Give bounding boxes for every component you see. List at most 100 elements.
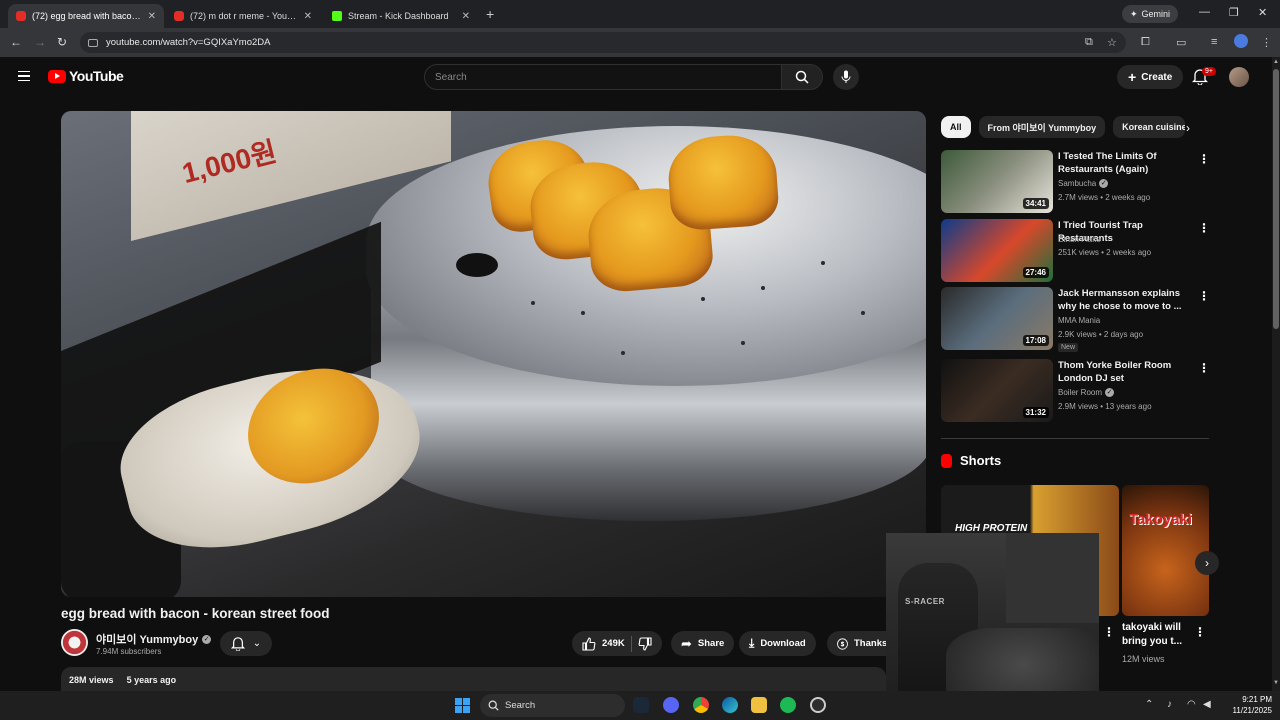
- thanks-button[interactable]: ⓢ Thanks: [827, 631, 886, 656]
- scrollbar-thumb[interactable]: [1273, 69, 1279, 329]
- shorts-next-button[interactable]: ›: [1195, 551, 1219, 575]
- cast-icon[interactable]: ▭: [1176, 36, 1186, 49]
- recommendation-item[interactable]: 34:41 I Tested The Limits Of Restaurants…: [941, 150, 1211, 214]
- more-actions-icon[interactable]: ⋮: [1103, 625, 1115, 639]
- discord-icon[interactable]: [663, 697, 679, 713]
- video-thumbnail[interactable]: 27:46: [941, 219, 1053, 282]
- wifi-icon[interactable]: ◠: [1187, 699, 1196, 710]
- recommendation-item[interactable]: 31:32 Thom Yorke Boiler Room London DJ s…: [941, 359, 1211, 423]
- more-actions-icon[interactable]: ⋮: [1198, 152, 1210, 166]
- channel-name-row[interactable]: 야미보이 Yummyboy ✓: [96, 631, 212, 647]
- search-input[interactable]: Search: [424, 64, 782, 90]
- file-explorer-icon[interactable]: [751, 697, 767, 713]
- youtube-favicon-icon: [174, 11, 184, 21]
- video-thumbnail[interactable]: 34:41: [941, 150, 1053, 213]
- chip-all[interactable]: All: [941, 116, 971, 138]
- tab-m-dot-r-meme[interactable]: (72) m dot r meme - YouTube ✕: [166, 4, 320, 28]
- short-title[interactable]: takoyaki will bring you t...: [1122, 621, 1192, 649]
- reload-icon[interactable]: ↻: [57, 35, 67, 49]
- steam-icon[interactable]: [633, 697, 649, 713]
- recommendation-channel[interactable]: MMA Mania: [1058, 316, 1100, 325]
- like-count[interactable]: 249K: [602, 638, 625, 649]
- youtube-logo[interactable]: YouTube: [48, 68, 124, 84]
- more-actions-icon[interactable]: ⋮: [1198, 289, 1210, 303]
- channel-label: Ethan Flake: [1058, 235, 1101, 244]
- tray-chevron-up-icon[interactable]: ⌃: [1145, 699, 1153, 710]
- more-actions-icon[interactable]: ⋮: [1194, 625, 1206, 639]
- verified-badge-icon: ✓: [1099, 179, 1109, 188]
- taskbar-search[interactable]: Search: [480, 694, 625, 717]
- page-scrollbar[interactable]: ▲ ▼: [1272, 57, 1280, 691]
- chevron-right-icon[interactable]: ›: [1186, 121, 1190, 135]
- download-button[interactable]: ⤓ Download: [739, 631, 816, 656]
- close-tab-icon[interactable]: ✕: [304, 11, 312, 22]
- microphone-tray-icon[interactable]: ♪: [1167, 699, 1172, 710]
- recommendation-channel[interactable]: Sambucha ✓: [1058, 179, 1109, 188]
- short-thumbnail[interactable]: Takoyaki: [1122, 485, 1209, 616]
- tab-kick-dashboard[interactable]: Stream - Kick Dashboard ✕: [324, 4, 478, 28]
- url-field[interactable]: youtube.com/watch?v=GQIXaYmo2DA: [80, 32, 1126, 53]
- recommendation-item[interactable]: 17:08 Jack Hermansson explains why he ch…: [941, 287, 1211, 353]
- search-placeholder: Search: [435, 71, 467, 83]
- chip-korean-cuisine[interactable]: Korean cuisine: [1113, 116, 1186, 138]
- site-info-icon[interactable]: [88, 38, 98, 47]
- bookmark-star-icon[interactable]: ☆: [1107, 36, 1117, 49]
- chip-from-channel[interactable]: From 야미보이 Yummyboy: [978, 116, 1106, 138]
- recommendation-meta: 251K views • 2 weeks ago: [1058, 248, 1152, 257]
- more-actions-icon[interactable]: ⋮: [1198, 221, 1210, 235]
- tab-egg-bread[interactable]: (72) egg bread with bacon - ko ✕: [8, 4, 164, 28]
- close-tab-icon[interactable]: ✕: [148, 11, 156, 22]
- more-actions-icon[interactable]: ⋮: [1198, 361, 1210, 375]
- forward-icon[interactable]: →: [34, 35, 46, 49]
- address-bar-row: ← → ↻ youtube.com/watch?v=GQIXaYmo2DA ⧉ …: [0, 28, 1280, 57]
- microphone-icon: [841, 70, 851, 83]
- spotify-icon[interactable]: [780, 697, 796, 713]
- menu-kebab-icon[interactable]: ⋮: [1261, 36, 1272, 49]
- system-clock[interactable]: 9:21 PM 11/21/2025: [1224, 694, 1272, 716]
- install-icon[interactable]: ⧉: [1085, 36, 1093, 49]
- notification-badge: 9+: [1202, 67, 1216, 76]
- subscribed-notifications-button[interactable]: ⌄: [220, 631, 272, 656]
- search-button[interactable]: [781, 64, 823, 90]
- close-tab-icon[interactable]: ✕: [462, 11, 470, 22]
- recommendation-item[interactable]: 27:46 I Tried Tourist Trap Restaurants E…: [941, 219, 1211, 283]
- account-avatar[interactable]: [1229, 67, 1249, 87]
- windows-start-icon[interactable]: [455, 698, 470, 713]
- restore-icon[interactable]: ❐: [1229, 6, 1239, 19]
- chrome-icon[interactable]: [693, 697, 709, 713]
- media-controls-icon[interactable]: ≡: [1211, 36, 1217, 48]
- hamburger-menu-icon[interactable]: [18, 71, 30, 81]
- obs-icon[interactable]: [810, 697, 826, 713]
- thumbs-down-icon[interactable]: [638, 636, 652, 651]
- recommendation-channel[interactable]: Boiler Room ✓: [1058, 388, 1115, 397]
- taskbar-search-label: Search: [505, 700, 536, 711]
- video-player[interactable]: 1,000원: [61, 111, 926, 597]
- volume-icon[interactable]: ◀: [1203, 699, 1211, 710]
- recommendation-title[interactable]: Jack Hermansson explains why he chose to…: [1058, 287, 1194, 313]
- share-button[interactable]: ➦ Share: [671, 631, 735, 656]
- recommendation-title[interactable]: Thom Yorke Boiler Room London DJ set: [1058, 359, 1194, 385]
- steamer-hole: [581, 311, 585, 315]
- channel-avatar[interactable]: [61, 629, 88, 656]
- close-window-icon[interactable]: ✕: [1258, 6, 1267, 19]
- back-icon[interactable]: ←: [10, 35, 22, 49]
- new-tab-button[interactable]: +: [486, 6, 494, 22]
- extensions-icon[interactable]: ⧠: [1141, 36, 1150, 49]
- voice-search-button[interactable]: [833, 64, 859, 90]
- steamer-hole: [701, 297, 705, 301]
- edge-icon[interactable]: [722, 697, 738, 713]
- browser-profile-avatar[interactable]: [1234, 34, 1248, 48]
- recommendation-title[interactable]: I Tested The Limits Of Restaurants (Agai…: [1058, 150, 1194, 176]
- sparkle-icon: ✦: [1130, 8, 1138, 19]
- scroll-down-arrow-icon[interactable]: ▼: [1272, 680, 1280, 686]
- create-button[interactable]: + Create: [1117, 65, 1184, 89]
- video-thumbnail[interactable]: 17:08: [941, 287, 1053, 350]
- channel-name[interactable]: 야미보이 Yummyboy: [96, 631, 198, 647]
- minimize-icon[interactable]: —: [1199, 6, 1210, 18]
- thumbs-up-icon[interactable]: [582, 636, 596, 651]
- recommendation-channel[interactable]: Ethan Flake: [1058, 235, 1101, 244]
- video-thumbnail[interactable]: 31:32: [941, 359, 1053, 422]
- gemini-button[interactable]: ✦ Gemini: [1122, 5, 1179, 23]
- youtube-favicon-icon: [16, 11, 26, 21]
- scroll-up-arrow-icon[interactable]: ▲: [1272, 59, 1280, 65]
